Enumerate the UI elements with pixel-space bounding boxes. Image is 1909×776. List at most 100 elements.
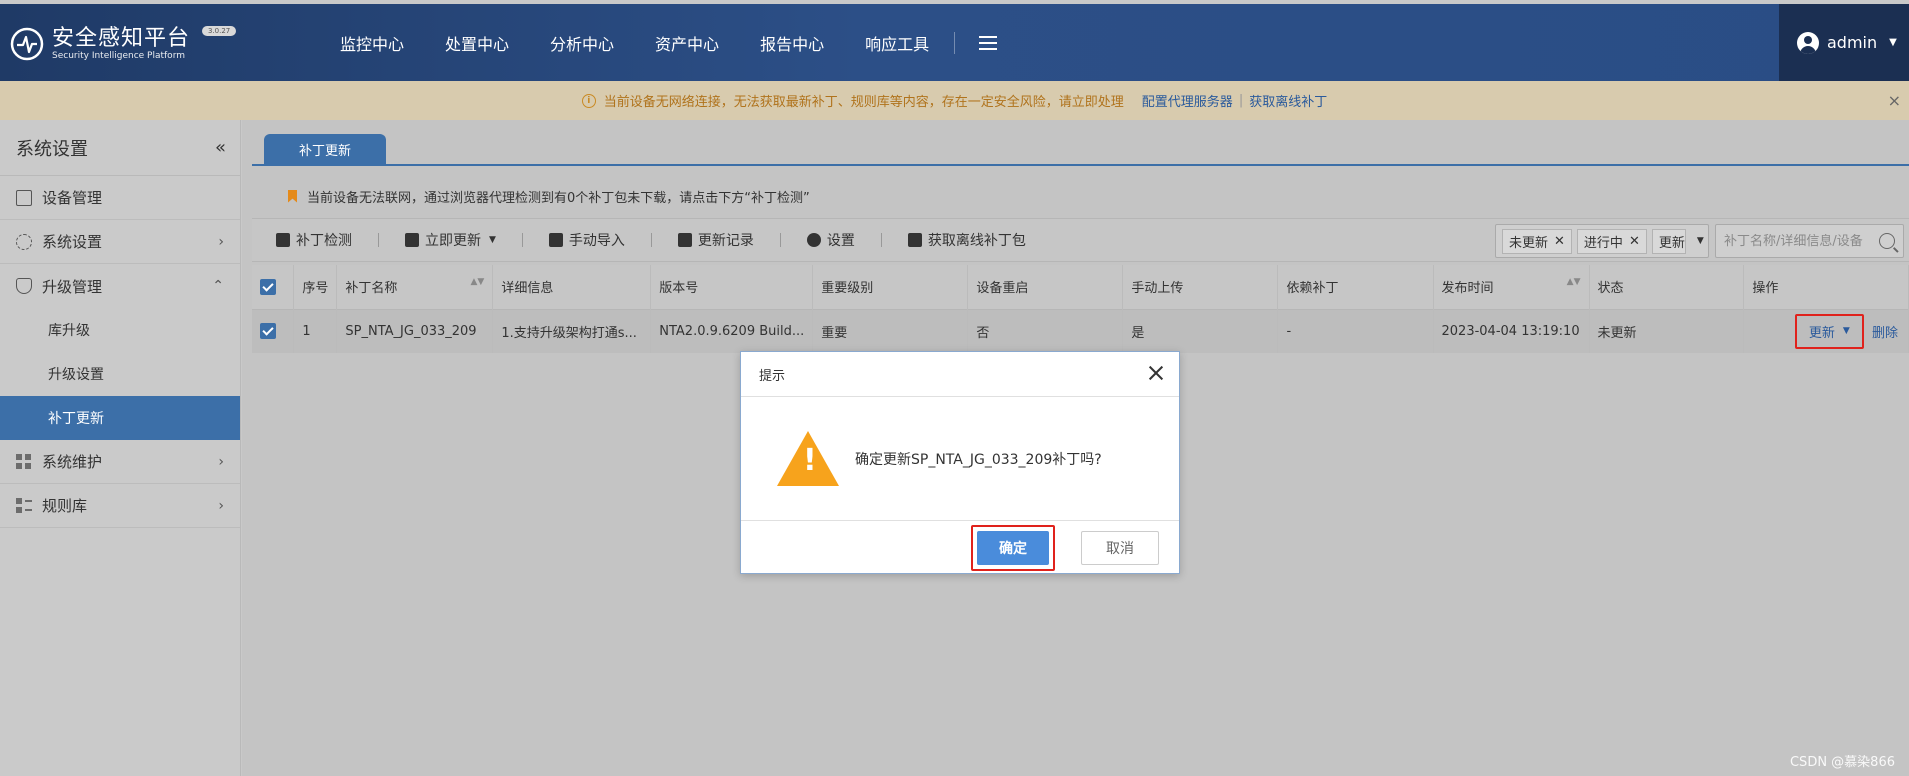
col-status: 状态 xyxy=(1589,265,1745,309)
col-release-time[interactable]: 发布时间 ▲▼ xyxy=(1433,265,1590,309)
sort-icon: ▲▼ xyxy=(470,277,485,288)
cell-index: 1 xyxy=(293,309,338,353)
collapse-sidebar-icon[interactable]: « xyxy=(215,137,226,158)
grid-icon xyxy=(16,453,32,470)
scan-icon xyxy=(276,233,290,247)
sidebar-item-device-management[interactable]: 设备管理 xyxy=(0,176,240,220)
patch-check-label: 补丁检测 xyxy=(296,233,352,249)
nav-divider xyxy=(954,31,956,54)
row-update-button[interactable]: 更新 ▼ xyxy=(1794,313,1864,349)
sort-icon: ▲▼ xyxy=(1566,277,1581,288)
patch-check-button[interactable]: 补丁检测 xyxy=(276,230,352,250)
table-header-row: 序号 补丁名称 ▲▼ 详细信息 版本号 重要级别 设备重启 手动上传 依赖补丁 发… xyxy=(252,265,1909,309)
confirm-dialog: 提示 ! 确定更新SP_NTA_JG_033_209补丁吗? 确定 取消 xyxy=(740,351,1180,574)
chip-label: 更新 xyxy=(1658,235,1685,251)
sidebar-item-label: 规则库 xyxy=(42,497,88,515)
col-manual-upload: 手动上传 xyxy=(1122,265,1279,309)
manual-import-button[interactable]: 手动导入 xyxy=(548,230,625,250)
brand-title: 安全感知平台 xyxy=(52,25,191,51)
sidebar-item-system-maintenance[interactable]: 系统维护 › xyxy=(0,440,240,484)
update-history-button[interactable]: 更新记录 xyxy=(677,230,754,250)
dialog-title: 提示 xyxy=(759,368,786,384)
update-label: 更新 xyxy=(1808,325,1835,341)
cell-status: 未更新 xyxy=(1589,309,1745,353)
import-icon xyxy=(548,233,563,247)
chevron-down-icon: ▼ xyxy=(489,235,496,245)
filter-chip-not-updated: 未更新 ✕ xyxy=(1502,228,1572,254)
warning-icon: ! xyxy=(777,431,839,486)
dialog-header: 提示 xyxy=(741,352,1179,397)
col-index: 序号 xyxy=(293,265,338,309)
cell-level: 重要 xyxy=(812,309,969,353)
close-icon[interactable] xyxy=(1147,364,1165,382)
sidebar-item-label: 设备管理 xyxy=(42,189,103,207)
close-icon[interactable]: × xyxy=(1888,91,1901,110)
nav-disposal[interactable]: 处置中心 xyxy=(445,31,509,55)
user-avatar-icon xyxy=(1797,31,1819,54)
row-checkbox[interactable] xyxy=(252,309,295,353)
cell-release-time: 2023-04-04 13:19:10 xyxy=(1433,309,1590,353)
brand[interactable]: 安全感知平台 Security Intelligence Platform xyxy=(10,22,190,66)
update-icon xyxy=(405,233,419,247)
update-now-button[interactable]: 立即更新 ▼ xyxy=(405,230,496,250)
get-offline-package-button[interactable]: 获取离线补丁包 xyxy=(907,230,1026,250)
nav-assets[interactable]: 资产中心 xyxy=(655,31,719,55)
filter-chip-updated: 更新 xyxy=(1651,228,1686,254)
nav-response-tools[interactable]: 响应工具 xyxy=(865,31,929,55)
chevron-down-icon: ▼ xyxy=(1889,37,1897,48)
confirm-button[interactable]: 确定 xyxy=(977,531,1049,565)
update-history-label: 更新记录 xyxy=(697,233,754,249)
logo-icon xyxy=(10,27,44,61)
username: admin xyxy=(1827,33,1878,52)
nav-monitor[interactable]: 监控中心 xyxy=(340,31,404,55)
select-all-checkbox[interactable] xyxy=(252,265,295,309)
search-input[interactable] xyxy=(1724,233,1869,249)
col-restart: 设备重启 xyxy=(967,265,1124,309)
gear-icon xyxy=(806,233,821,247)
col-label: 发布时间 xyxy=(1441,281,1494,297)
chevron-down-icon[interactable]: ▼ xyxy=(1697,236,1704,246)
remove-chip-icon[interactable]: ✕ xyxy=(1629,234,1640,249)
toolbar-divider xyxy=(378,233,379,247)
notice-text: 当前设备无法联网，通过浏览器代理检测到有0个补丁包未下载，请点击下方“补丁检测” xyxy=(307,190,810,206)
remove-chip-icon[interactable]: ✕ xyxy=(1554,234,1565,249)
gear-icon xyxy=(16,233,32,250)
offline-patch-link[interactable]: 获取离线补丁 xyxy=(1249,91,1327,110)
warning-message: 当前设备无网络连接，无法获取最新补丁、规则库等内容，存在一定安全风险，请立即处理 xyxy=(603,95,1124,110)
col-patch-name[interactable]: 补丁名称 ▲▼ xyxy=(336,265,494,309)
dialog-body: ! 确定更新SP_NTA_JG_033_209补丁吗? xyxy=(741,397,1179,521)
configure-proxy-link[interactable]: 配置代理服务器 xyxy=(1142,91,1233,110)
user-menu[interactable]: admin ▼ xyxy=(1779,4,1909,81)
brand-subtitle: Security Intelligence Platform xyxy=(52,50,186,61)
sidebar-item-rule-library[interactable]: 规则库 › xyxy=(0,484,240,528)
sidebar-item-upgrade-settings[interactable]: 升级设置 xyxy=(0,352,240,396)
row-delete-link[interactable]: 删除 xyxy=(1872,326,1898,341)
cell-restart: 否 xyxy=(967,309,1124,353)
search-icon[interactable] xyxy=(1879,233,1895,249)
sidebar-item-label: 系统维护 xyxy=(42,453,103,471)
list-icon xyxy=(16,497,32,514)
sidebar-item-system-settings[interactable]: 系统设置 › xyxy=(0,220,240,264)
sidebar-item-upgrade-management[interactable]: 升级管理 ⌃ xyxy=(0,264,240,308)
device-icon xyxy=(16,189,32,206)
link-separator: | xyxy=(1238,93,1244,108)
sidebar-item-patch-update[interactable]: 补丁更新 xyxy=(0,396,240,440)
info-icon: i xyxy=(581,93,596,108)
filter-chip-in-progress: 进行中 ✕ xyxy=(1576,228,1647,254)
tab-strip: 补丁更新 xyxy=(252,134,1909,166)
col-label: 补丁名称 xyxy=(345,281,398,297)
toolbar: 补丁检测 立即更新 ▼ 手动导入 更新记录 设置 获取离线补丁包 未更新 ✕ 进… xyxy=(252,218,1909,262)
chevron-right-icon: › xyxy=(218,233,224,250)
status-filter[interactable]: 未更新 ✕ 进行中 ✕ 更新 ▼ xyxy=(1495,224,1709,258)
nav-reports[interactable]: 报告中心 xyxy=(760,31,824,55)
hamburger-menu-icon[interactable] xyxy=(979,35,998,50)
dialog-footer: 确定 取消 xyxy=(741,521,1179,573)
tab-patch-update[interactable]: 补丁更新 xyxy=(264,134,386,165)
patch-notice: 当前设备无法联网，通过浏览器代理检测到有0个补丁包未下载，请点击下方“补丁检测” xyxy=(252,178,1909,214)
sidebar-item-library-upgrade[interactable]: 库升级 xyxy=(0,308,240,352)
cancel-button[interactable]: 取消 xyxy=(1081,531,1159,565)
get-offline-package-label: 获取离线补丁包 xyxy=(927,233,1026,249)
nav-analysis[interactable]: 分析中心 xyxy=(550,31,614,55)
col-detail: 详细信息 xyxy=(492,265,652,309)
settings-button[interactable]: 设置 xyxy=(806,230,855,250)
